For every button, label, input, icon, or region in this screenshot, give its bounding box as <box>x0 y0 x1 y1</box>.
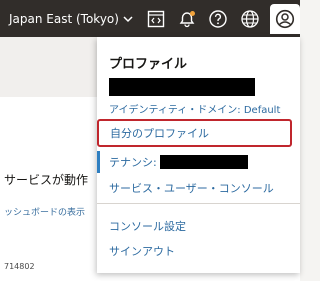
globe-language-icon[interactable] <box>238 7 262 31</box>
profile-menu: プロファイル アイデンティティ・ドメイン: Default 自分のプロファイル … <box>97 37 300 273</box>
page-text-service-status: サービスが動作 <box>4 173 89 187</box>
menu-divider <box>97 203 300 204</box>
code-editor-icon[interactable] <box>144 7 168 31</box>
identity-domain-link[interactable]: アイデンティティ・ドメイン: Default <box>109 101 280 116</box>
profile-menu-title: プロファイル <box>109 57 188 72</box>
service-user-console-menu-item[interactable]: サービス・ユーザー・コンソール <box>109 180 274 196</box>
profile-button[interactable] <box>270 4 300 34</box>
notification-bell-icon[interactable] <box>175 7 199 31</box>
my-profile-label: 自分のプロファイル <box>110 127 209 140</box>
redacted-user-name <box>109 78 255 96</box>
page-link-dashboard[interactable]: ッシュボードの表示 <box>4 205 85 218</box>
chevron-down-icon <box>123 15 133 22</box>
tenancy-label: テナンシ: <box>109 156 157 169</box>
region-label: Japan East (Tokyo) <box>9 11 119 26</box>
console-settings-menu-item[interactable]: コンソール設定 <box>109 218 186 234</box>
profile-avatar-icon <box>275 9 295 29</box>
region-selector[interactable]: Japan East (Tokyo) <box>9 0 133 37</box>
page-text-id: 714802 <box>4 262 35 271</box>
help-icon[interactable] <box>206 7 230 31</box>
tenancy-menu-item[interactable]: テナンシ: <box>97 151 300 173</box>
redacted-tenancy-name <box>159 155 248 169</box>
my-profile-menu-item[interactable]: 自分のプロファイル <box>97 119 292 147</box>
sign-out-menu-item[interactable]: サインアウト <box>109 243 175 259</box>
top-navigation-bar: Japan East (Tokyo) <box>0 0 300 37</box>
